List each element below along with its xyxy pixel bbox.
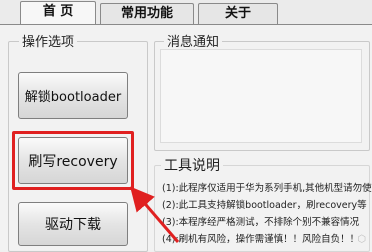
red-arrow-annotation: [130, 186, 180, 243]
watermark: ⬡: [357, 234, 366, 245]
